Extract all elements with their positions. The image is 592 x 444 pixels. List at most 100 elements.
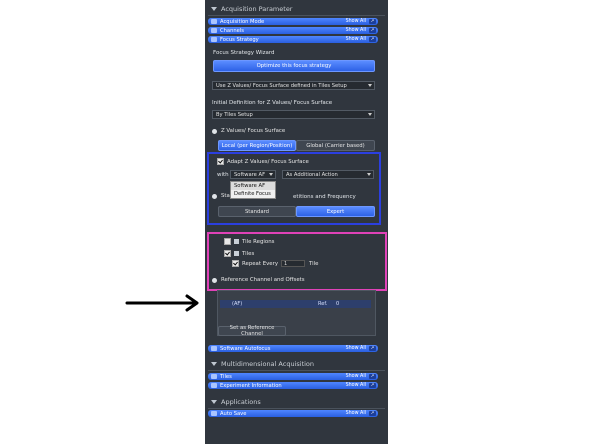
tool-label: Acquisition Mode bbox=[220, 18, 265, 25]
with-dropdown-menu: Software AF Definite Focus bbox=[230, 181, 276, 199]
initial-definition-dropdown[interactable]: By Tiles Setup bbox=[212, 110, 375, 119]
undock-icon[interactable]: ↗ bbox=[369, 346, 376, 351]
show-all-toggle[interactable]: Show All bbox=[346, 37, 366, 42]
annotation-arrow-icon bbox=[125, 294, 199, 312]
tool-label: Software Autofocus bbox=[220, 345, 271, 352]
tool-auto-save[interactable]: Auto Save Show All ↗ bbox=[208, 410, 378, 417]
dropdown-value: As Additional Action bbox=[286, 171, 338, 178]
undock-icon[interactable]: ↗ bbox=[369, 383, 376, 388]
dropdown-value: Software AF bbox=[234, 171, 266, 178]
tile-unit-label: Tile bbox=[309, 260, 319, 267]
table-row[interactable]: (AF) Ref. 0 bbox=[220, 300, 371, 308]
show-all-toggle[interactable]: Show All bbox=[346, 383, 366, 388]
repeat-checkbox[interactable] bbox=[232, 260, 239, 267]
initial-definition-label: Initial Definition for Z Values/ Focus S… bbox=[212, 100, 333, 106]
undock-icon[interactable]: ↗ bbox=[369, 37, 376, 42]
divider bbox=[208, 370, 385, 371]
tool-label: Focus Strategy bbox=[220, 36, 259, 43]
dropdown-value: By Tiles Setup bbox=[216, 111, 253, 118]
undock-icon[interactable]: ↗ bbox=[369, 28, 376, 33]
reference-channel-subsection[interactable]: Reference Channel and Offsets bbox=[212, 277, 305, 283]
section-applications-header[interactable]: Applications bbox=[205, 397, 388, 407]
tool-label: Channels bbox=[220, 27, 244, 34]
wizard-label: Focus Strategy Wizard bbox=[213, 50, 275, 56]
tool-acquisition-mode[interactable]: Acquisition Mode Show All ↗ bbox=[208, 18, 378, 25]
strategy-dropdown[interactable]: Use Z Values/ Focus Surface defined in T… bbox=[212, 81, 375, 90]
subsection-label: Z Values/ Focus Surface bbox=[221, 128, 286, 134]
tile-regions-icon bbox=[234, 239, 239, 244]
expand-circle-icon bbox=[212, 128, 217, 134]
section-multidim-header[interactable]: Multidimensional Acquisition bbox=[205, 359, 388, 369]
channel-cell: (AF) bbox=[232, 301, 243, 307]
with-label: with bbox=[217, 172, 229, 178]
tab-global[interactable]: Global (Carrier based) bbox=[296, 140, 375, 151]
tool-label: Experiment Information bbox=[220, 382, 282, 389]
offset-cell: 0 bbox=[336, 301, 340, 307]
focus-strategy-icon bbox=[211, 37, 217, 42]
ref-cell: Ref. bbox=[318, 301, 328, 307]
adapt-checkbox-row[interactable]: Adapt Z Values/ Focus Surface bbox=[217, 158, 309, 165]
show-all-toggle[interactable]: Show All bbox=[346, 28, 366, 33]
tile-regions-checkbox[interactable] bbox=[224, 238, 231, 245]
expand-circle-icon bbox=[212, 277, 217, 283]
tiles-icon bbox=[211, 374, 217, 379]
expand-circle-icon bbox=[212, 193, 217, 199]
tab-local[interactable]: Local (per Region/Position) bbox=[218, 140, 296, 151]
collapse-triangle-icon bbox=[211, 400, 217, 404]
chevron-down-icon bbox=[368, 84, 372, 87]
undock-icon[interactable]: ↗ bbox=[369, 411, 376, 416]
repeat-input[interactable]: 1 bbox=[281, 260, 306, 267]
tool-focus-strategy[interactable]: Focus Strategy Show All ↗ bbox=[208, 36, 378, 43]
section-title: Acquisition Parameter bbox=[221, 5, 293, 13]
tool-experiment-information[interactable]: Experiment Information Show All ↗ bbox=[208, 382, 378, 389]
mode-expert-button[interactable]: Expert bbox=[296, 206, 375, 217]
chevron-down-icon bbox=[269, 173, 273, 176]
stab-label-suffix: etitions and Frequency bbox=[293, 194, 356, 200]
section-title: Multidimensional Acquisition bbox=[221, 360, 315, 368]
tool-label: Tiles bbox=[220, 373, 232, 380]
tool-label: Auto Save bbox=[220, 410, 247, 417]
section-title: Applications bbox=[221, 398, 261, 406]
with-dropdown[interactable]: Software AF bbox=[230, 170, 276, 179]
repeat-label: Repeat Every bbox=[242, 260, 279, 267]
tile-regions-row[interactable]: Tile Regions bbox=[224, 238, 274, 245]
tool-software-autofocus[interactable]: Software Autofocus Show All ↗ bbox=[208, 345, 378, 352]
tiles-row[interactable]: Tiles bbox=[224, 250, 254, 257]
collapse-triangle-icon bbox=[211, 362, 217, 366]
tiles-label: Tiles bbox=[242, 250, 255, 257]
tool-tiles[interactable]: Tiles Show All ↗ bbox=[208, 373, 378, 380]
divider bbox=[208, 408, 385, 409]
show-all-toggle[interactable]: Show All bbox=[346, 374, 366, 379]
show-all-toggle[interactable]: Show All bbox=[346, 346, 366, 351]
collapse-triangle-icon bbox=[211, 7, 217, 11]
adapt-label: Adapt Z Values/ Focus Surface bbox=[227, 158, 309, 165]
save-icon bbox=[211, 411, 217, 416]
divider bbox=[208, 15, 385, 16]
zvalues-subsection[interactable]: Z Values/ Focus Surface bbox=[212, 128, 285, 134]
tool-channels[interactable]: Channels Show All ↗ bbox=[208, 27, 378, 34]
chevron-down-icon bbox=[368, 113, 372, 116]
channels-icon bbox=[211, 28, 217, 33]
menu-item-software-af[interactable]: Software AF bbox=[231, 182, 275, 190]
dropdown-value: Use Z Values/ Focus Surface defined in T… bbox=[216, 82, 347, 89]
reference-channel-label: Reference Channel and Offsets bbox=[221, 277, 305, 283]
mode-standard-button[interactable]: Standard bbox=[218, 206, 296, 217]
show-all-toggle[interactable]: Show All bbox=[346, 411, 366, 416]
chevron-down-icon bbox=[367, 173, 371, 176]
tiles-icon bbox=[234, 251, 239, 256]
show-all-toggle[interactable]: Show All bbox=[346, 19, 366, 24]
repeat-row[interactable]: Repeat Every 1 Tile bbox=[232, 260, 318, 267]
menu-item-definite-focus[interactable]: Definite Focus bbox=[231, 190, 275, 198]
tiles-checkbox[interactable] bbox=[224, 250, 231, 257]
set-reference-channel-button[interactable]: Set as Reference Channel bbox=[218, 325, 286, 337]
adapt-checkbox[interactable] bbox=[217, 158, 224, 165]
tile-regions-label: Tile Regions bbox=[242, 238, 275, 245]
info-icon bbox=[211, 383, 217, 388]
autofocus-icon bbox=[211, 346, 217, 351]
acquisition-mode-icon bbox=[211, 19, 217, 24]
section-acquisition-header[interactable]: Acquisition Parameter bbox=[205, 4, 388, 14]
undock-icon[interactable]: ↗ bbox=[369, 19, 376, 24]
action-dropdown[interactable]: As Additional Action bbox=[282, 170, 374, 179]
undock-icon[interactable]: ↗ bbox=[369, 374, 376, 379]
optimize-focus-button[interactable]: Optimize this focus strategy bbox=[213, 60, 375, 72]
